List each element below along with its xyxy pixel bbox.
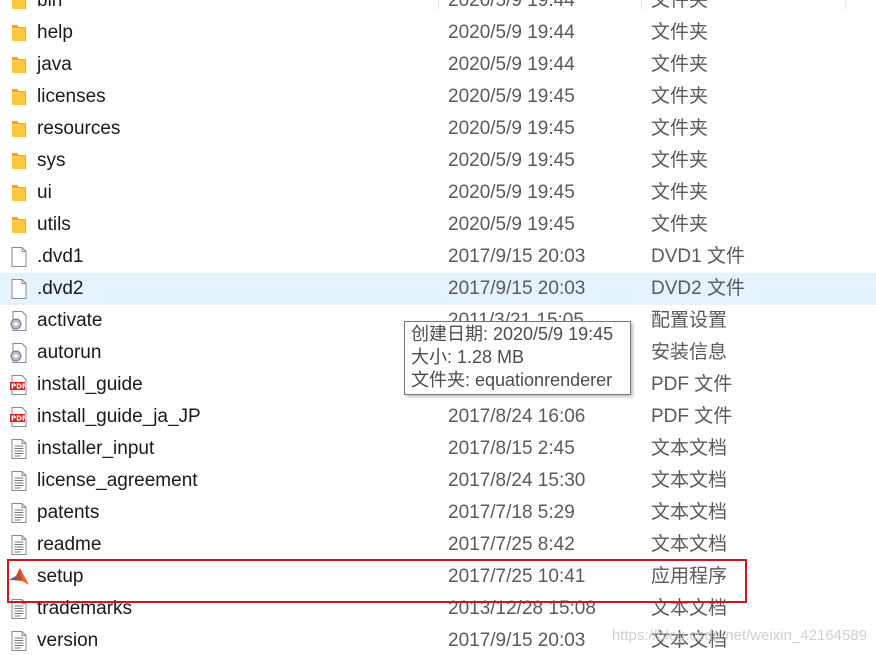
file-type: PDF 文件 — [651, 406, 733, 427]
pdf-icon: PDF — [8, 406, 30, 428]
file-date-modified: 2017/7/18 5:29 — [448, 502, 575, 523]
file-row[interactable]: license_agreement 2017/8/24 15:30 文本文档 — [0, 465, 876, 497]
tooltip-size: 大小: 1.28 MB — [411, 347, 525, 367]
file-name: readme — [37, 534, 102, 555]
file-date-modified: 2017/8/24 15:30 — [448, 470, 586, 491]
file-type: 文件夹 — [651, 54, 709, 75]
blank-file-icon — [8, 246, 30, 268]
file-date-modified: 2020/5/9 19:45 — [448, 150, 575, 171]
folder-icon — [8, 150, 30, 172]
file-row[interactable]: utils 2020/5/9 19:45 文件夹 — [0, 209, 876, 241]
file-name: resources — [37, 118, 121, 139]
file-name: .dvd1 — [37, 246, 84, 267]
file-name: install_guide — [37, 374, 143, 395]
folder-icon — [8, 118, 30, 140]
file-name: java — [37, 54, 72, 75]
file-date-modified: 2020/5/9 19:44 — [448, 0, 575, 11]
file-name: installer_input — [37, 438, 155, 459]
text-file-icon — [8, 438, 30, 460]
file-name: .dvd2 — [37, 278, 84, 299]
file-name: patents — [37, 502, 100, 523]
folder-icon — [8, 22, 30, 44]
file-tooltip: 创建日期: 2020/5/9 19:45 大小: 1.28 MB 文件夹: eq… — [404, 321, 631, 395]
file-name: ui — [37, 182, 52, 203]
file-date-modified: 2017/9/15 20:03 — [448, 278, 586, 299]
file-type: DVD2 文件 — [651, 278, 745, 299]
file-name: utils — [37, 214, 71, 235]
file-date-modified: 2020/5/9 19:44 — [448, 54, 575, 75]
file-row[interactable]: readme 2017/7/25 8:42 文本文档 — [0, 529, 876, 561]
file-type: 文件夹 — [651, 214, 709, 235]
tooltip-folder: 文件夹: equationrenderer — [411, 370, 613, 390]
file-row[interactable]: java 2020/5/9 19:44 文件夹 — [0, 49, 876, 81]
file-name: sys — [37, 150, 66, 171]
file-date-modified: 2017/8/24 16:06 — [448, 406, 586, 427]
file-type: 文本文档 — [651, 534, 728, 555]
text-file-icon — [8, 502, 30, 524]
settings-file-icon — [8, 342, 30, 364]
file-type: PDF 文件 — [651, 374, 733, 395]
text-file-icon — [8, 534, 30, 556]
file-date-modified: 2020/5/9 19:45 — [448, 182, 575, 203]
file-type: 文件夹 — [651, 22, 709, 43]
file-name: autorun — [37, 342, 102, 363]
file-date-modified: 2017/7/25 8:42 — [448, 534, 575, 555]
file-type: 配置设置 — [651, 310, 728, 331]
folder-icon — [8, 86, 30, 108]
file-type: DVD1 文件 — [651, 246, 745, 267]
file-row[interactable]: ui 2020/5/9 19:45 文件夹 — [0, 177, 876, 209]
file-name: activate — [37, 310, 103, 331]
file-name: install_guide_ja_JP — [37, 406, 201, 427]
file-date-modified: 2020/5/9 19:45 — [448, 118, 575, 139]
file-name: licenses — [37, 86, 106, 107]
file-date-modified: 2017/9/15 20:03 — [448, 630, 586, 651]
setup-highlight-box — [7, 559, 747, 603]
blank-file-icon — [8, 278, 30, 300]
file-row[interactable]: PDF install_guide_ja_JP 2017/8/24 16:06 PDF… — [0, 401, 876, 433]
file-date-modified: 2017/9/15 20:03 — [448, 246, 586, 267]
file-date-modified: 2020/5/9 19:45 — [448, 214, 575, 235]
file-date-modified: 2017/8/15 2:45 — [448, 438, 575, 459]
file-row[interactable]: licenses 2020/5/9 19:45 文件夹 — [0, 81, 876, 113]
file-row[interactable]: .dvd1 2017/9/15 20:03 DVD1 文件 — [0, 241, 876, 273]
text-file-icon — [8, 470, 30, 492]
file-name: version — [37, 630, 99, 651]
folder-icon — [8, 54, 30, 76]
folder-icon — [8, 182, 30, 204]
folder-icon — [8, 214, 30, 236]
file-type: 文件夹 — [651, 182, 709, 203]
file-type: 文件夹 — [651, 118, 709, 139]
settings-file-icon — [8, 310, 30, 332]
file-row[interactable]: resources 2020/5/9 19:45 文件夹 — [0, 113, 876, 145]
file-name: bin — [37, 0, 63, 11]
file-type: 文件夹 — [651, 86, 709, 107]
file-row[interactable]: bin 2020/5/9 19:44 文件夹 — [0, 0, 876, 17]
text-file-icon — [8, 630, 30, 652]
file-row[interactable]: sys 2020/5/9 19:45 文件夹 — [0, 145, 876, 177]
file-type: 文件夹 — [651, 0, 709, 11]
file-date-modified: 2020/5/9 19:45 — [448, 86, 575, 107]
folder-icon — [8, 0, 30, 12]
file-name: license_agreement — [37, 470, 198, 491]
file-row[interactable]: .dvd2 2017/9/15 20:03 DVD2 文件 — [0, 273, 876, 305]
file-row[interactable]: patents 2017/7/18 5:29 文本文档 — [0, 497, 876, 529]
svg-text:PDF: PDF — [11, 415, 27, 423]
file-date-modified: 2020/5/9 19:44 — [448, 22, 575, 43]
file-type: 文件夹 — [651, 150, 709, 171]
file-type: 文本文档 — [651, 470, 728, 491]
file-type: 文本文档 — [651, 502, 728, 523]
file-row[interactable]: installer_input 2017/8/15 2:45 文本文档 — [0, 433, 876, 465]
svg-text:PDF: PDF — [11, 383, 27, 391]
file-row[interactable]: help 2020/5/9 19:44 文件夹 — [0, 17, 876, 49]
watermark: https://blog.csdn.net/weixin_42164589 — [611, 627, 867, 644]
tooltip-created-date: 创建日期: 2020/5/9 19:45 — [411, 324, 614, 344]
file-type: 安装信息 — [651, 342, 728, 363]
file-type: 文本文档 — [651, 438, 728, 459]
file-name: help — [37, 22, 73, 43]
pdf-icon: PDF — [8, 374, 30, 396]
